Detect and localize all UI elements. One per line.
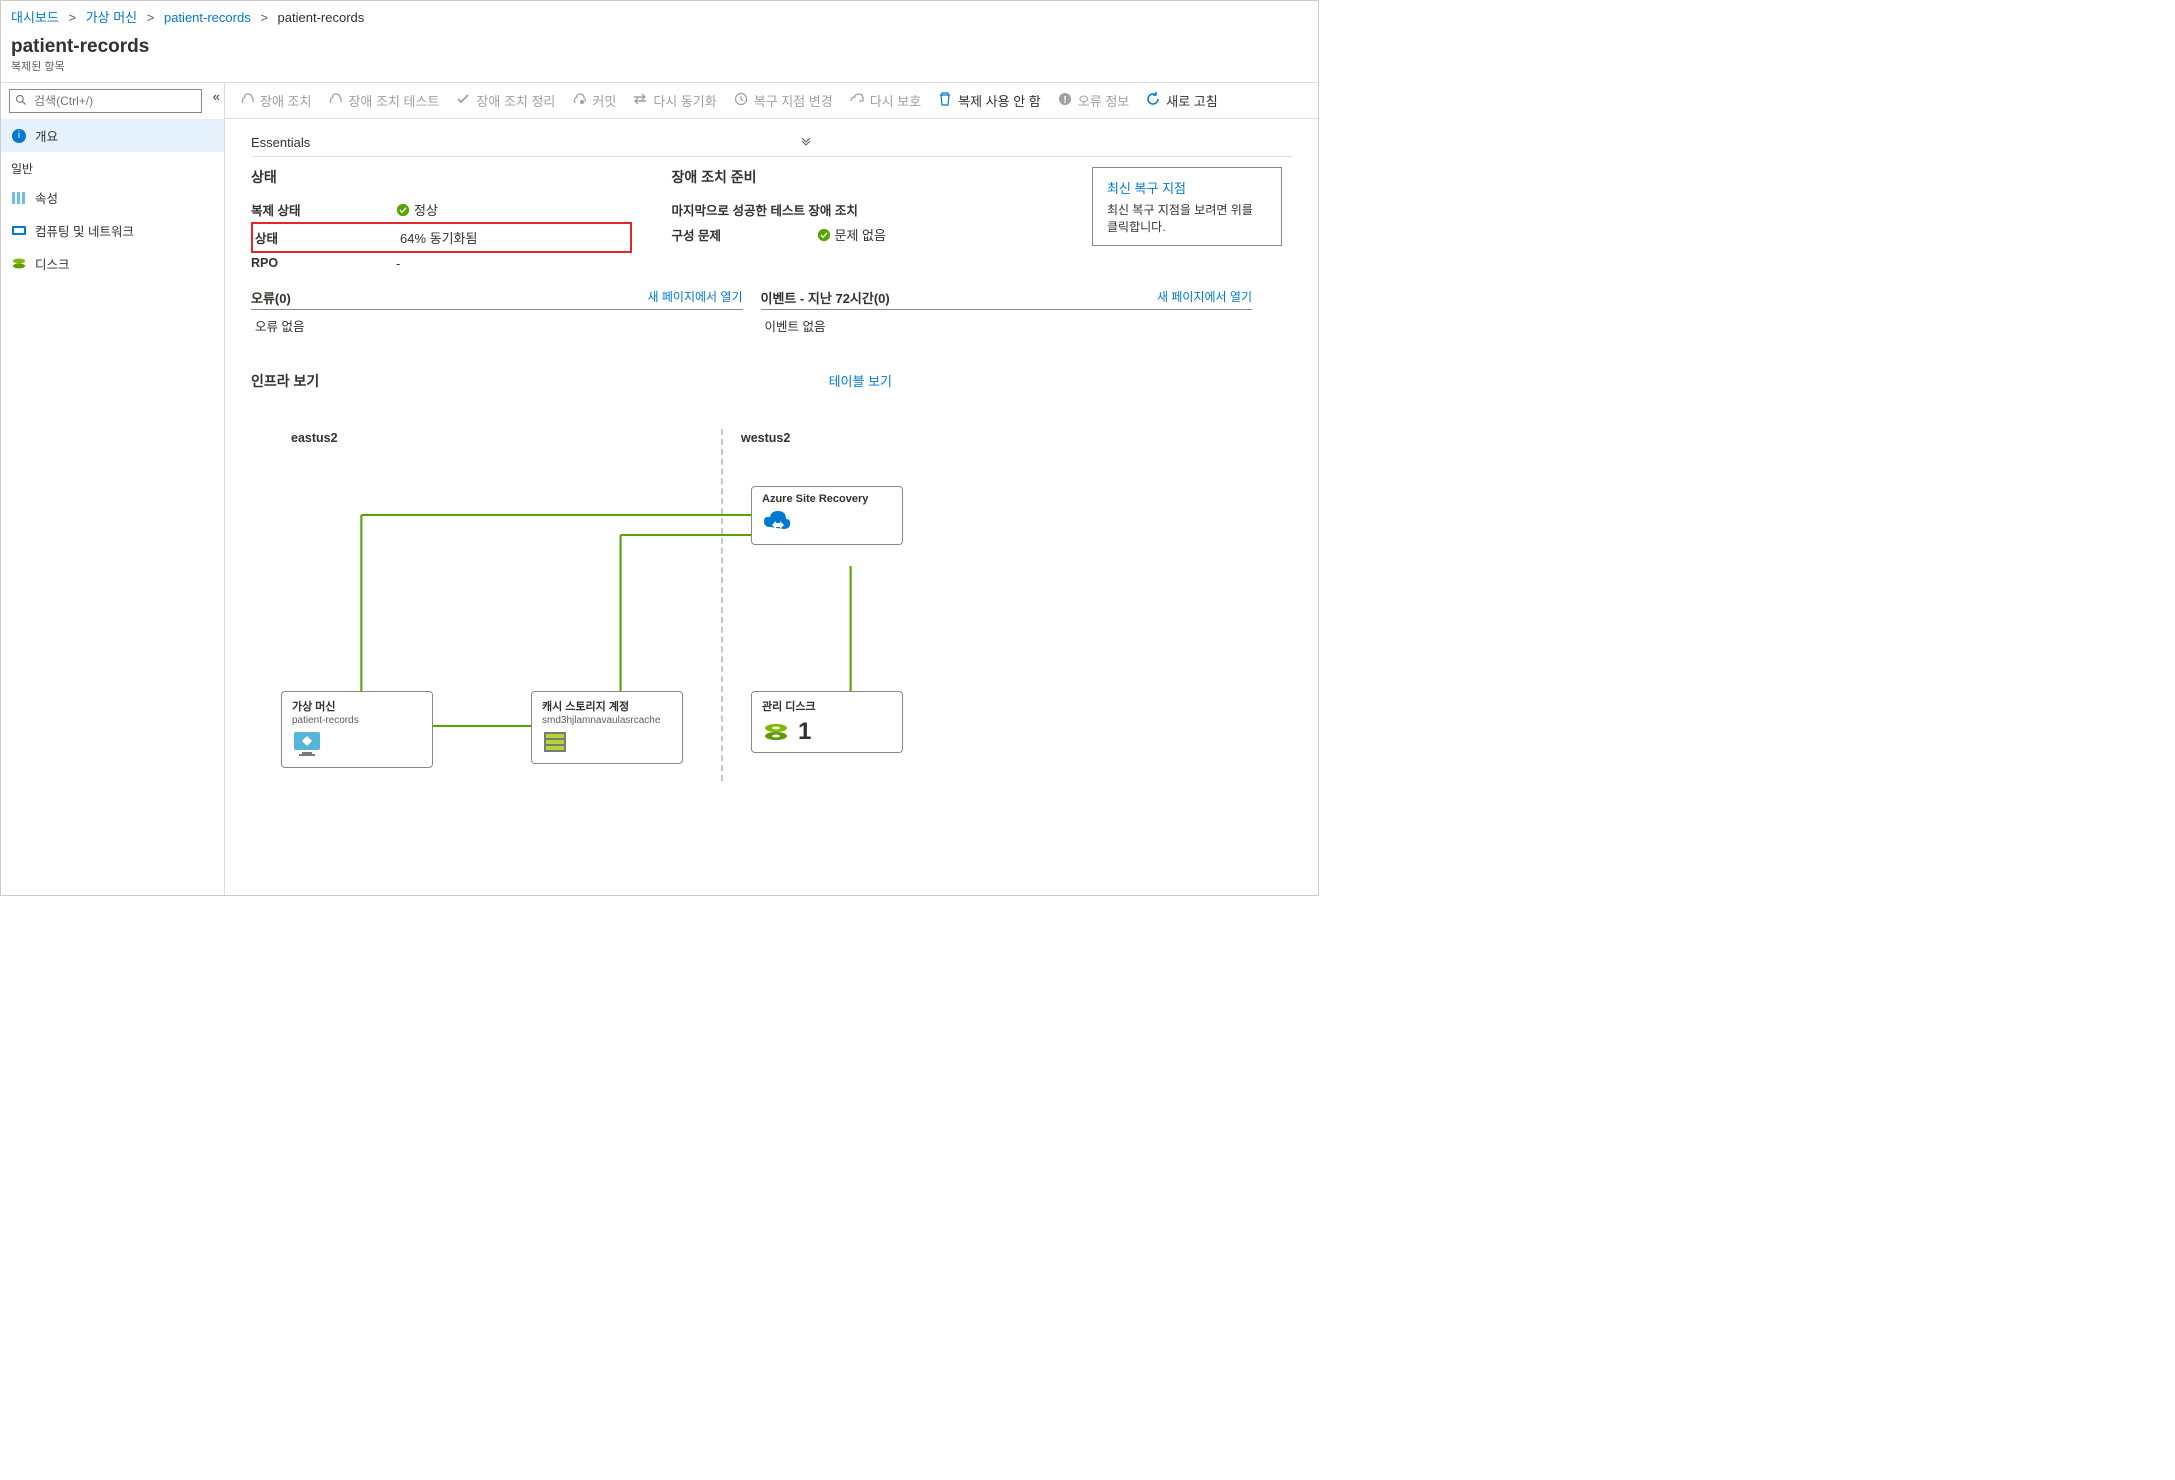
recovery-point-text: 최신 복구 지점을 보려면 위를 클릭합니다. bbox=[1107, 201, 1267, 235]
breadcrumb: 대시보드 > 가상 머신 > patient-records > patient… bbox=[1, 1, 1318, 32]
events-body: 이벤트 없음 bbox=[761, 310, 1253, 341]
ok-icon bbox=[817, 228, 831, 242]
breadcrumb-current: patient-records bbox=[278, 10, 365, 25]
refresh-icon bbox=[1145, 91, 1161, 110]
nav-overview[interactable]: i 개요 bbox=[1, 119, 224, 152]
config-issues-label: 구성 문제 bbox=[672, 225, 817, 244]
test-failover-button[interactable]: 장애 조치 테스트 bbox=[327, 91, 439, 110]
rpo-value: - bbox=[396, 256, 400, 271]
disable-replication-button[interactable]: 복제 사용 안 함 bbox=[937, 91, 1041, 110]
table-view-link[interactable]: 테이블 보기 bbox=[829, 371, 892, 391]
nav-overview-label: 개요 bbox=[35, 126, 58, 145]
page-subtitle: 복제된 항목 bbox=[11, 58, 1308, 74]
disk-icon: 1 bbox=[762, 718, 892, 746]
chevron-down-icon bbox=[800, 135, 812, 150]
node-vm[interactable]: 가상 머신 patient-records bbox=[281, 691, 433, 768]
infra-view-title: 인프라 보기 bbox=[251, 371, 319, 391]
resync-button[interactable]: 다시 동기화 bbox=[632, 91, 716, 110]
errors-body: 오류 없음 bbox=[251, 310, 743, 341]
node-disk[interactable]: 관리 디스크 1 bbox=[751, 691, 903, 753]
breadcrumb-dashboard[interactable]: 대시보드 bbox=[11, 10, 59, 25]
error-icon: ! bbox=[1057, 91, 1073, 110]
error-details-button[interactable]: !오류 정보 bbox=[1057, 91, 1129, 110]
info-icon: i bbox=[11, 128, 27, 144]
config-issues-value: 문제 없음 bbox=[835, 225, 886, 244]
essentials-title: Essentials bbox=[251, 135, 310, 150]
reprotect-button[interactable]: 다시 보호 bbox=[849, 91, 921, 110]
node-vm-title: 가상 머신 bbox=[292, 698, 422, 714]
region-right-label: westus2 bbox=[741, 431, 790, 445]
storage-icon bbox=[542, 730, 672, 757]
status-label: 상태 bbox=[255, 228, 400, 247]
vm-icon bbox=[292, 730, 422, 761]
breadcrumb-patient-records[interactable]: patient-records bbox=[164, 10, 251, 25]
infra-diagram: eastus2 westus2 Azure Site Recovery 가상 머… bbox=[251, 411, 1292, 781]
node-disk-title: 관리 디스크 bbox=[762, 698, 892, 714]
recovery-point-card[interactable]: 최신 복구 지점 최신 복구 지점을 보려면 위를 클릭합니다. bbox=[1092, 167, 1282, 246]
cleanup-icon bbox=[455, 91, 471, 110]
disk-count: 1 bbox=[798, 718, 811, 746]
compute-network-icon bbox=[11, 223, 27, 239]
node-vm-sub: patient-records bbox=[292, 715, 422, 726]
recovery-point-title: 최신 복구 지점 bbox=[1107, 178, 1267, 197]
asr-icon bbox=[762, 509, 892, 538]
node-asr-title: Azure Site Recovery bbox=[762, 493, 892, 505]
cleanup-button[interactable]: 장애 조치 정리 bbox=[455, 91, 555, 110]
search-icon bbox=[15, 94, 27, 109]
sidebar: « i 개요 일반 속성 컴퓨팅 및 네트워크 bbox=[1, 82, 224, 896]
rpo-label: RPO bbox=[251, 256, 396, 271]
search-input[interactable] bbox=[9, 89, 202, 113]
repl-status-label: 복제 상태 bbox=[251, 200, 396, 219]
commit-button[interactable]: 커밋 bbox=[571, 91, 616, 110]
disks-icon bbox=[11, 256, 27, 272]
failover-icon bbox=[239, 91, 255, 110]
nav-section-general: 일반 bbox=[1, 152, 224, 181]
node-storage-title: 캐시 스토리지 계정 bbox=[542, 698, 672, 714]
status-value: 64% 동기화됨 bbox=[400, 228, 477, 247]
reprotect-icon bbox=[849, 91, 865, 110]
page-title: patient-records bbox=[11, 36, 1308, 58]
toolbar: 장애 조치 장애 조치 테스트 장애 조치 정리 커밋 다시 동기화 복구 지점… bbox=[225, 83, 1318, 119]
errors-open-link[interactable]: 새 페이지에서 열기 bbox=[648, 288, 743, 307]
breadcrumb-vms[interactable]: 가상 머신 bbox=[86, 10, 137, 25]
nav-disks-label: 디스크 bbox=[35, 254, 70, 273]
svg-text:!: ! bbox=[1063, 95, 1066, 106]
collapse-sidebar-icon[interactable]: « bbox=[213, 89, 220, 104]
events-title: 이벤트 - 지난 72시간(0) bbox=[761, 288, 890, 307]
errors-title: 오류(0) bbox=[251, 288, 291, 307]
nav-compute-network[interactable]: 컴퓨팅 및 네트워크 bbox=[1, 214, 224, 247]
nav-properties[interactable]: 속성 bbox=[1, 181, 224, 214]
node-storage-sub: smd3hjlamnavaulasrcache bbox=[542, 715, 672, 726]
node-asr[interactable]: Azure Site Recovery bbox=[751, 486, 903, 545]
essentials-toggle[interactable]: Essentials bbox=[251, 129, 1292, 157]
commit-icon bbox=[571, 91, 587, 110]
failover-heading: 장애 조치 준비 bbox=[672, 167, 1053, 187]
nav-disks[interactable]: 디스크 bbox=[1, 247, 224, 280]
node-storage[interactable]: 캐시 스토리지 계정 smd3hjlamnavaulasrcache bbox=[531, 691, 683, 764]
nav-compute-network-label: 컴퓨팅 및 네트워크 bbox=[35, 221, 134, 240]
test-failover-icon bbox=[327, 91, 343, 110]
trash-icon bbox=[937, 91, 953, 110]
properties-icon bbox=[11, 190, 27, 206]
last-success-label: 마지막으로 성공한 테스트 장애 조치 bbox=[672, 200, 882, 219]
ok-icon bbox=[396, 203, 410, 217]
region-divider bbox=[721, 429, 723, 781]
status-row-highlight: 상태 64% 동기화됨 bbox=[251, 222, 632, 253]
failover-button[interactable]: 장애 조치 bbox=[239, 91, 311, 110]
resync-icon bbox=[632, 91, 648, 110]
refresh-button[interactable]: 새로 고침 bbox=[1145, 91, 1217, 110]
repl-status-value: 정상 bbox=[414, 200, 438, 219]
status-heading: 상태 bbox=[251, 167, 632, 187]
nav-properties-label: 속성 bbox=[35, 188, 58, 207]
change-rp-icon bbox=[733, 91, 749, 110]
events-open-link[interactable]: 새 페이지에서 열기 bbox=[1157, 288, 1252, 307]
region-left-label: eastus2 bbox=[291, 431, 338, 445]
change-recovery-point-button[interactable]: 복구 지점 변경 bbox=[733, 91, 833, 110]
